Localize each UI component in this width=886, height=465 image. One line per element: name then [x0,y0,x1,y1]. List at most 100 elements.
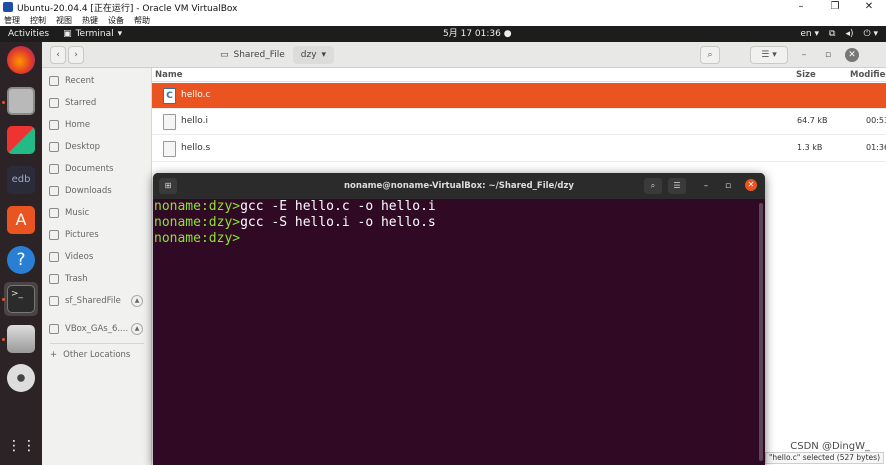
sidebar-item-trash[interactable]: Trash [42,269,152,289]
file-row[interactable]: hello.s 1.3 kB 01:36 [152,136,886,162]
file-name: hello.s [181,143,211,153]
minimize-button[interactable]: – [699,178,713,194]
minimize-button[interactable]: – [796,46,812,64]
path-bar: ▭ Shared_File dzy ▾ [212,46,335,64]
software-center-icon[interactable]: A [7,206,35,234]
volume-icon[interactable]: ◂) [845,26,853,42]
app-menu[interactable]: ▣ Terminal ▾ [63,29,122,39]
sidebar-item-vbox-gas[interactable]: VBox_GAs_6.... ▲ [42,319,152,339]
drive-icon [49,296,59,306]
sidebar-item-documents[interactable]: Documents [42,159,152,179]
sidebar-item-label: Pictures [65,230,99,240]
show-applications-icon[interactable]: ⋮⋮⋮ [7,432,51,460]
drive-icon: ▭ [220,50,229,60]
document-icon [49,164,59,174]
shell-prompt: noname:dzy> [154,199,241,214]
file-row[interactable]: hello.i 64.7 kB 00:53 [152,109,886,135]
view-options-button[interactable]: ☰ ▾ [750,46,788,64]
terminal-output[interactable]: noname:dzy>gcc -E hello.c -o hello.i non… [153,199,765,465]
menu-item[interactable]: 帮助 [134,15,150,26]
column-header-modified[interactable]: Modified [850,70,886,80]
sidebar-item-label: Desktop [65,142,101,152]
activities-button[interactable]: Activities [0,29,57,39]
sidebar-item-starred[interactable]: Starred [42,93,152,113]
sidebar-item-other-locations[interactable]: + Other Locations [42,345,152,365]
home-icon [49,120,59,130]
eject-icon[interactable]: ▲ [131,295,143,307]
music-icon [49,208,59,218]
network-icon[interactable]: ⧉ [829,26,835,42]
column-header-size[interactable]: Size [796,70,816,80]
search-button[interactable]: ⌕ [644,178,662,194]
terminal-line: noname:dzy>gcc -S hello.i -o hello.s [154,215,765,231]
maximize-button[interactable]: ▫ [820,46,836,64]
sidebar-item-sf-sharedfile[interactable]: sf_SharedFile ▲ [42,291,152,311]
sidebar-item-label: sf_SharedFile [65,296,121,306]
terminal-icon[interactable]: >_ [7,285,35,313]
terminal-scrollbar[interactable] [759,203,763,461]
running-indicator [2,298,5,301]
sidebar-item-home[interactable]: Home [42,115,152,135]
sidebar-item-label: Videos [65,252,94,262]
edb-debugger-icon[interactable]: edb [7,166,35,194]
menu-item[interactable]: 视图 [56,15,72,26]
column-header-name[interactable]: Name [155,70,182,80]
shell-prompt: noname:dzy> [154,231,241,246]
eject-icon[interactable]: ▲ [131,323,143,335]
menu-item[interactable]: 控制 [30,15,46,26]
video-icon [49,252,59,262]
path-segment-parent[interactable]: ▭ Shared_File [212,46,293,64]
search-button[interactable]: ⌕ [700,46,720,64]
drive-icon[interactable] [7,325,35,353]
chevron-left-icon: ‹ [56,50,60,60]
input-method-indicator[interactable]: en ▾ [800,26,819,42]
sidebar-item-downloads[interactable]: Downloads [42,181,152,201]
app-grid-colored-icon[interactable] [7,126,35,154]
dock: edb A ? >_ ⋮⋮⋮ [0,42,51,465]
recent-icon [49,76,59,86]
file-name: hello.c [181,90,211,100]
menu-item[interactable]: 管理 [4,15,20,26]
menu-button[interactable]: ☰ [668,178,686,194]
picture-icon [49,230,59,240]
sidebar-item-label: Home [65,120,91,130]
sidebar-item-pictures[interactable]: Pictures [42,225,152,245]
file-size: 1.3 kB [797,143,823,152]
minimize-button[interactable]: – [784,0,818,14]
forward-button[interactable]: › [68,46,84,64]
gnome-top-bar: Activities ▣ Terminal ▾ 5月 17 01:36 ● en… [0,26,886,42]
sidebar-item-music[interactable]: Music [42,203,152,223]
close-button[interactable]: ✕ [852,0,886,14]
back-button[interactable]: ‹ [50,46,66,64]
search-icon: ⌕ [707,50,713,60]
sidebar-item-videos[interactable]: Videos [42,247,152,267]
menu-item[interactable]: 设备 [108,15,124,26]
path-segment-current[interactable]: dzy ▾ [292,46,335,64]
terminal-header-bar: ⊞ noname@noname-VirtualBox: ~/Shared_Fil… [153,173,765,199]
running-indicator [2,101,5,104]
sidebar-item-recent[interactable]: Recent [42,71,152,91]
firefox-icon[interactable] [7,46,35,74]
clock[interactable]: 5月 17 01:36 ● [443,26,512,42]
list-header: Name Size Modified [152,68,886,82]
sidebar-item-label: Starred [65,98,97,108]
terminal-window: ⊞ noname@noname-VirtualBox: ~/Shared_Fil… [153,173,765,465]
maximize-button[interactable]: ▫ [721,178,735,194]
chevron-down-icon: ▾ [117,29,123,39]
close-button[interactable]: ✕ [745,179,757,191]
restore-button[interactable]: ❐ [818,0,852,14]
close-button[interactable]: ✕ [845,48,859,62]
c-source-file-icon: C [163,88,176,104]
optical-disc-icon[interactable] [7,364,35,392]
menu-item[interactable]: 热键 [82,15,98,26]
files-icon[interactable] [7,87,35,115]
power-icon[interactable]: ⏻ ▾ [864,26,879,42]
terminal-line: noname:dzy>gcc -E hello.c -o hello.i [154,199,765,215]
sidebar-item-desktop[interactable]: Desktop [42,137,152,157]
file-row-selected[interactable]: C hello.c [152,83,886,109]
sidebar-item-label: Downloads [65,186,112,196]
terminal-line: noname:dzy> [154,231,765,247]
download-icon [49,186,59,196]
help-icon[interactable]: ? [7,246,35,274]
folder-icon [49,142,59,152]
